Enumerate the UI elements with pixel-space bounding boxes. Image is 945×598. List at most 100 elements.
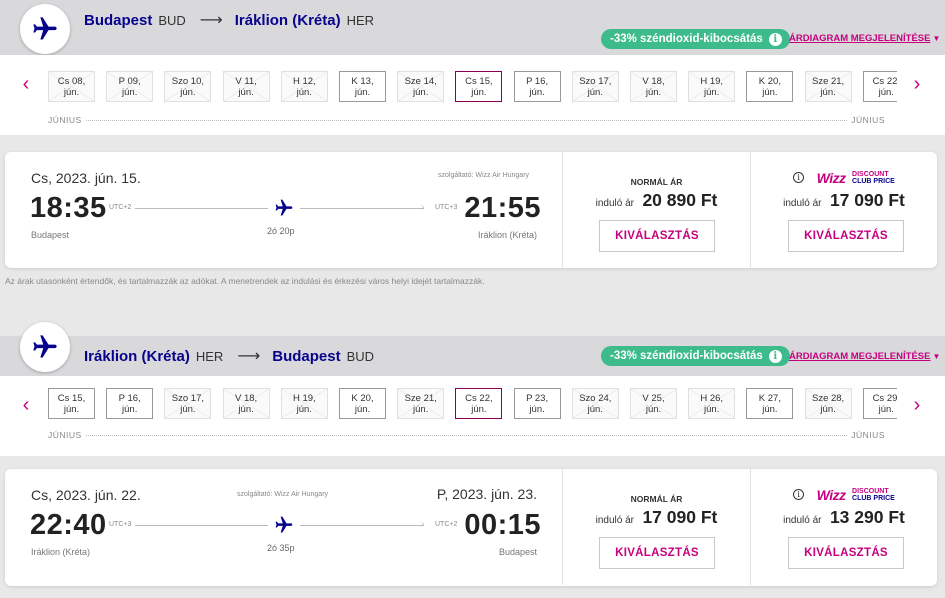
club-price: 13 290 Ft	[829, 507, 905, 527]
from-label: induló ár	[783, 198, 822, 209]
date-option[interactable]: Cs 15, jún.	[48, 388, 95, 419]
date-option[interactable]: Sze 14, jún.	[397, 71, 445, 102]
date-option[interactable]: K 27, jún.	[746, 388, 794, 419]
date-option[interactable]: Szo 17, jún.	[164, 388, 212, 419]
date-option[interactable]: H 19, jún.	[688, 71, 736, 102]
outbound-route: Budapest BUD ⟶ Iráklion (Kréta) HER -33%…	[0, 0, 945, 286]
info-icon[interactable]: i	[768, 349, 782, 363]
flight-duration: 2ó 20p	[267, 226, 295, 236]
departure-time: 22:40	[30, 509, 107, 541]
origin-code: BUD	[158, 12, 186, 28]
arrow-right-icon: ›	[421, 202, 425, 213]
date-option[interactable]: P 16, jún.	[106, 388, 154, 419]
dest-city: Iráklion (Kréta)	[234, 11, 341, 29]
airplane-icon	[20, 4, 70, 54]
arrival-time: 00:15	[464, 509, 541, 541]
chevron-right-icon[interactable]: ›	[907, 73, 927, 96]
date-list: Cs 08, jún. P 09, jún. Szo 10, jún. V 11, jún. H…	[48, 71, 897, 103]
chevron-left-icon[interactable]: ‹	[16, 394, 36, 417]
co2-badge[interactable]: -33% széndioxid-kibocsátás i	[601, 346, 790, 366]
normal-price: 17 090 Ft	[642, 507, 718, 527]
date-option[interactable]: H 26, jún.	[688, 388, 736, 419]
operator: szolgáltató: Wizz Air Hungary	[237, 491, 329, 498]
dest-code: HER	[346, 12, 375, 28]
date-option[interactable]: H 12, jún.	[280, 71, 328, 102]
date-option[interactable]: Cs 08, jún.	[48, 71, 95, 102]
disclaimer: Az árak utasonként értendők, és tartalma…	[5, 276, 485, 286]
club-fare: i Wizz DISCOUNT CLUB PRICE induló ár 13 2…	[750, 469, 937, 585]
origin-code: HER	[195, 348, 224, 364]
date-list: Cs 15, jún. P 16, jún. Szo 17, jún. V 18, jún. H…	[48, 388, 897, 420]
flight-card: Cs, 2023. jún. 22. szolgáltató: Wizz Air…	[5, 469, 937, 586]
chevron-left-icon[interactable]: ‹	[16, 73, 36, 96]
club-price-row: induló ár 13 290 Ft	[751, 507, 937, 528]
arrival-tz: UTC+3	[435, 204, 458, 211]
departure-city: Budapest	[31, 230, 70, 240]
date-option[interactable]: P 09, jún.	[106, 71, 154, 102]
date-option[interactable]: Sze 21, jún.	[397, 388, 445, 419]
discount-club-logo: i Wizz DISCOUNT CLUB PRICE	[751, 486, 937, 504]
date-option[interactable]: Cs 15, jún.	[455, 71, 503, 102]
caret-down-icon: ▼	[932, 352, 941, 361]
departure-date: Cs, 2023. jún. 15.	[31, 170, 141, 186]
return-route: Iráklion (Kréta) HER ⟶ Budapest BUD -33%…	[0, 318, 945, 598]
date-option[interactable]: K 13, jún.	[339, 71, 386, 102]
arrival-time: 21:55	[464, 192, 541, 224]
date-option[interactable]: K 20, jún.	[339, 388, 386, 419]
month-label-left: JÚNIUS	[44, 430, 86, 440]
info-icon[interactable]: i	[793, 489, 805, 501]
arrival-date: P, 2023. jún. 23.	[436, 486, 537, 502]
date-option[interactable]: V 25, jún.	[630, 388, 677, 419]
date-option[interactable]: Sze 28, jún.	[804, 388, 852, 419]
select-normal-button[interactable]: KIVÁLASZTÁS	[599, 220, 715, 252]
month-label-right: JÚNIUS	[847, 430, 889, 440]
date-option[interactable]: Cs 29,jún.	[862, 388, 897, 419]
club-price: 17 090 Ft	[829, 190, 905, 210]
club-fare: i Wizz DISCOUNT CLUB PRICE induló ár 17 0…	[750, 152, 937, 268]
fare-chart-link[interactable]: ÁRDIAGRAM MEGJELENÍTÉSE ▼	[789, 33, 940, 44]
select-normal-button[interactable]: KIVÁLASZTÁS	[599, 537, 715, 569]
co2-badge[interactable]: -33% széndioxid-kibocsátás i	[601, 29, 790, 49]
date-option[interactable]: Szo 10, jún.	[164, 71, 212, 102]
info-icon[interactable]: i	[793, 172, 805, 184]
arrival-city: Budapest	[498, 547, 537, 557]
date-option[interactable]: Cs 22,jún.	[455, 388, 503, 419]
date-option[interactable]: K 20, jún.	[746, 71, 794, 102]
co2-text: -33% széndioxid-kibocsátás	[610, 33, 763, 45]
date-option[interactable]: Cs 22,jún.	[862, 71, 897, 102]
date-option[interactable]: V 11, jún.	[222, 71, 270, 102]
date-option[interactable]: P 23, jún.	[513, 388, 561, 419]
info-icon[interactable]: i	[768, 32, 782, 46]
airplane-icon	[275, 199, 293, 216]
normal-price: 20 890 Ft	[642, 190, 718, 210]
date-option[interactable]: Sze 21, jún.	[804, 71, 852, 102]
date-option[interactable]: Szo 24, jún.	[571, 388, 619, 419]
date-option[interactable]: V 18, jún.	[630, 71, 677, 102]
normal-fare: NORMÁL ÁR induló ár 20 890 Ft KIVÁLASZTÁ…	[562, 152, 750, 268]
select-club-button[interactable]: KIVÁLASZTÁS	[788, 220, 904, 252]
date-option[interactable]: H 19, jún.	[280, 388, 328, 419]
discount-club-logo: i Wizz DISCOUNT CLUB PRICE	[751, 169, 937, 187]
fare-chart-link[interactable]: ÁRDIAGRAM MEGJELENÍTÉSE ▼	[789, 351, 940, 362]
from-label: induló ár	[783, 515, 822, 526]
date-option[interactable]: P 16, jún.	[513, 71, 561, 102]
co2-text: -33% széndioxid-kibocsátás	[610, 350, 763, 362]
normal-fare: NORMÁL ÁR induló ár 17 090 Ft KIVÁLASZTÁ…	[562, 469, 750, 585]
flight-duration: 2ó 35p	[267, 543, 295, 553]
club-price-row: induló ár 17 090 Ft	[751, 190, 937, 211]
chevron-right-icon[interactable]: ›	[907, 394, 927, 417]
month-row: JÚNIUS JÚNIUS	[44, 430, 889, 440]
normal-price-row: induló ár 20 890 Ft	[563, 190, 750, 211]
date-option[interactable]: V 18, jún.	[222, 388, 270, 419]
departure-tz: UTC+2	[109, 204, 132, 211]
select-club-button[interactable]: KIVÁLASZTÁS	[788, 537, 904, 569]
month-label-right: JÚNIUS	[847, 115, 889, 125]
from-label: induló ár	[595, 198, 634, 209]
dest-code: BUD	[346, 348, 375, 364]
date-option[interactable]: Szo 17, jún.	[571, 71, 619, 102]
arrival-city: Iráklion (Kréta)	[477, 230, 537, 240]
operator: szolgáltató: Wizz Air Hungary	[438, 172, 530, 179]
normal-fare-title: NORMÁL ÁR	[630, 494, 683, 504]
date-strip: ‹ Cs 15, jún. P 16, jún. Szo 17, jún. V 18, jún…	[0, 376, 945, 456]
normal-price-row: induló ár 17 090 Ft	[563, 507, 750, 528]
